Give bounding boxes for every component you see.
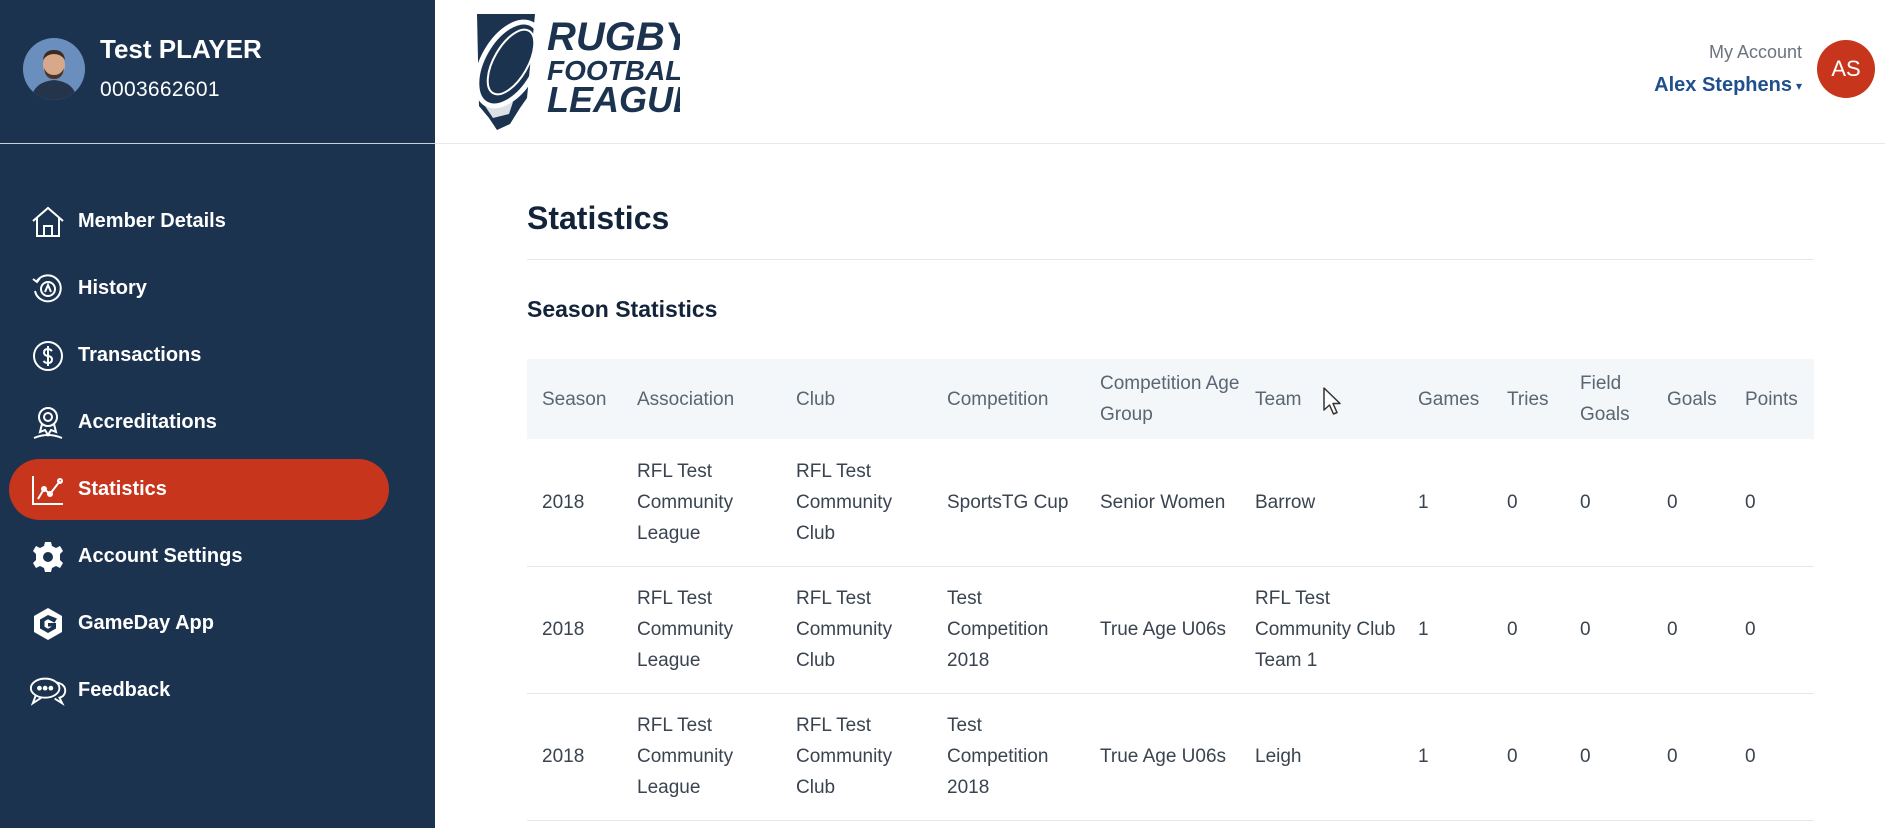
top-header: RUGBY FOOTBALL LEAGUE My Account Alex St… bbox=[435, 0, 1885, 144]
cell-points: 0 bbox=[1730, 693, 1814, 821]
my-account-label: My Account bbox=[1708, 42, 1802, 62]
sidebar-item-statistics[interactable]: Statistics bbox=[0, 456, 435, 523]
cell-season: 2018 bbox=[527, 566, 622, 694]
logo-text-rugby: RUGBY bbox=[547, 15, 680, 59]
sidebar-item-transactions[interactable]: Transactions bbox=[0, 322, 435, 389]
cell-field-goals: 0 bbox=[1565, 439, 1652, 567]
profile-header: Test PLAYER 0003662601 bbox=[0, 0, 435, 144]
table-row: 2018 RFL Test Community League RFL Test … bbox=[527, 693, 1814, 821]
sidebar-item-label: Feedback bbox=[78, 679, 171, 701]
column-header-tries: Tries bbox=[1492, 359, 1565, 439]
gameday-icon bbox=[28, 606, 68, 642]
table-header-row: Season Association Club Competition Comp… bbox=[527, 359, 1814, 439]
profile-member-id: 0003662601 bbox=[100, 78, 220, 101]
sidebar-item-feedback[interactable]: Feedback bbox=[0, 657, 435, 724]
cell-tries: 0 bbox=[1492, 566, 1565, 694]
cell-goals: 0 bbox=[1652, 693, 1730, 821]
rfl-logo[interactable]: RUGBY FOOTBALL LEAGUE bbox=[465, 6, 699, 131]
cell-points: 0 bbox=[1730, 439, 1814, 567]
account-avatar[interactable]: AS bbox=[1817, 40, 1875, 98]
cell-team: Leigh bbox=[1240, 693, 1403, 821]
section-title: Season Statistics bbox=[527, 296, 718, 322]
title-divider bbox=[527, 259, 1814, 260]
sidebar: Test PLAYER 0003662601 Member Details Hi… bbox=[0, 0, 435, 828]
cell-games-link[interactable]: 1 bbox=[1403, 439, 1492, 567]
cell-age-group: Senior Women bbox=[1085, 439, 1240, 567]
chart-icon bbox=[28, 472, 68, 508]
dollar-icon bbox=[28, 338, 68, 374]
accreditation-icon bbox=[28, 405, 68, 441]
account-user-name: Alex Stephens bbox=[1654, 74, 1792, 96]
cell-club: RFL Test Community Club bbox=[781, 566, 932, 694]
logo-text-league: LEAGUE bbox=[547, 79, 680, 120]
column-header-club: Club bbox=[781, 359, 932, 439]
history-icon bbox=[28, 271, 68, 307]
cell-season: 2018 bbox=[527, 693, 622, 821]
sidebar-item-history[interactable]: History bbox=[0, 255, 435, 322]
cell-club: RFL Test Community Club bbox=[781, 693, 932, 821]
season-statistics-table: Season Association Club Competition Comp… bbox=[527, 359, 1814, 821]
sidebar-item-label: Transactions bbox=[78, 344, 202, 366]
column-header-games: Games bbox=[1403, 359, 1492, 439]
account-user-menu[interactable]: Alex Stephens ▾ bbox=[1654, 74, 1802, 97]
cell-points: 0 bbox=[1730, 566, 1814, 694]
sidebar-item-account-settings[interactable]: Account Settings bbox=[0, 523, 435, 590]
sidebar-item-label: Statistics bbox=[78, 478, 167, 500]
gear-icon bbox=[28, 539, 68, 575]
cell-goals: 0 bbox=[1652, 566, 1730, 694]
column-header-association: Association bbox=[622, 359, 781, 439]
cell-association: RFL Test Community League bbox=[622, 439, 781, 567]
sidebar-item-accreditations[interactable]: Accreditations bbox=[0, 389, 435, 456]
cell-tries: 0 bbox=[1492, 693, 1565, 821]
sidebar-item-member-details[interactable]: Member Details bbox=[0, 188, 435, 255]
cell-goals: 0 bbox=[1652, 439, 1730, 567]
sidebar-item-label: Account Settings bbox=[78, 545, 243, 567]
table-row: 2018 RFL Test Community League RFL Test … bbox=[527, 566, 1814, 694]
cell-season: 2018 bbox=[527, 439, 622, 567]
cell-field-goals: 0 bbox=[1565, 693, 1652, 821]
column-header-competition: Competition bbox=[932, 359, 1085, 439]
cell-games-link[interactable]: 1 bbox=[1403, 693, 1492, 821]
cell-tries: 0 bbox=[1492, 439, 1565, 567]
sidebar-item-gameday-app[interactable]: GameDay App bbox=[0, 590, 435, 657]
profile-avatar bbox=[23, 38, 85, 100]
cell-field-goals: 0 bbox=[1565, 566, 1652, 694]
cell-games-link[interactable]: 1 bbox=[1403, 566, 1492, 694]
home-icon bbox=[28, 204, 68, 240]
cell-competition: Test Competition 2018 bbox=[932, 693, 1085, 821]
column-header-points: Points bbox=[1730, 359, 1814, 439]
sidebar-nav: Member Details History Transactions Accr… bbox=[0, 188, 435, 724]
cell-team: Barrow bbox=[1240, 439, 1403, 567]
caret-down-icon: ▾ bbox=[1795, 78, 1802, 93]
cell-club: RFL Test Community Club bbox=[781, 439, 932, 567]
column-header-competition-age-group: Competition Age Group bbox=[1085, 359, 1240, 439]
cell-age-group: True Age U06s bbox=[1085, 693, 1240, 821]
column-header-field-goals: Field Goals bbox=[1565, 359, 1652, 439]
sidebar-item-label: Accreditations bbox=[78, 411, 217, 433]
column-header-season: Season bbox=[527, 359, 622, 439]
profile-name: Test PLAYER bbox=[100, 34, 262, 64]
cell-association: RFL Test Community League bbox=[622, 693, 781, 821]
sidebar-item-label: Member Details bbox=[78, 210, 226, 232]
cell-association: RFL Test Community League bbox=[622, 566, 781, 694]
sidebar-item-label: History bbox=[78, 277, 147, 299]
table-row: 2018 RFL Test Community League RFL Test … bbox=[527, 439, 1814, 567]
cell-team: RFL Test Community Club Team 1 bbox=[1240, 566, 1403, 694]
cell-age-group: True Age U06s bbox=[1085, 566, 1240, 694]
cell-competition: Test Competition 2018 bbox=[932, 566, 1085, 694]
cell-competition: SportsTG Cup bbox=[932, 439, 1085, 567]
column-header-goals: Goals bbox=[1652, 359, 1730, 439]
mouse-cursor-icon bbox=[1322, 386, 1344, 416]
feedback-icon bbox=[28, 673, 68, 709]
sidebar-item-label: GameDay App bbox=[78, 612, 214, 634]
page-title: Statistics bbox=[527, 200, 670, 236]
